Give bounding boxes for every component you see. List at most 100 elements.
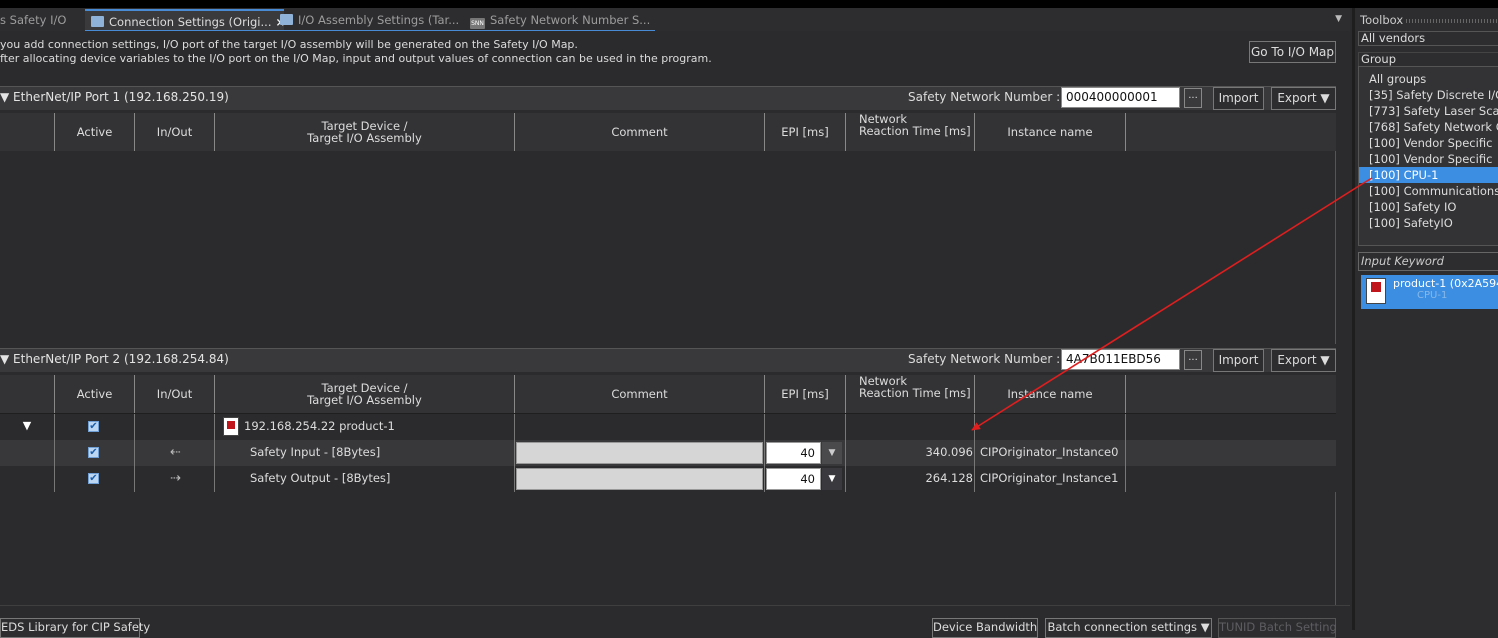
connection-settings-icon xyxy=(91,16,104,27)
target-device-label: 192.168.254.22 product-1 xyxy=(244,419,395,433)
tab-label: s Safety I/O xyxy=(0,13,67,27)
info-line-2: fter allocating device variables to the … xyxy=(0,52,712,65)
port-2-title[interactable]: ▼ EtherNet/IP Port 2 (192.168.254.84) xyxy=(0,352,229,366)
input-direction-icon: ⇠ xyxy=(170,445,181,460)
cell-instance: CIPOriginator_Instance1 xyxy=(975,466,1126,492)
col-active: Active xyxy=(55,375,135,413)
group-item[interactable]: [100] SafetyIO xyxy=(1369,215,1453,231)
port-1-export-button[interactable]: Export ▼ xyxy=(1271,87,1336,110)
tab-connection-settings[interactable]: Connection Settings (Origi...× xyxy=(85,9,285,31)
top-black-bar xyxy=(0,0,1498,8)
col-inout: In/Out xyxy=(135,113,215,151)
port-1-import-button[interactable]: Import xyxy=(1213,87,1264,110)
group-item[interactable]: [35] Safety Discrete I/O D xyxy=(1369,87,1498,103)
col-active: Active xyxy=(55,113,135,151)
col-spacer xyxy=(1126,375,1336,413)
col-instance-name: Instance name xyxy=(975,113,1126,151)
device-list-item[interactable]: product-1 (0x2A594A CPU-1 xyxy=(1361,275,1498,309)
col-target: Target Device / Target I/O Assembly xyxy=(215,375,515,413)
snn-label: Safety Network Number : xyxy=(908,352,1061,366)
active-checkbox[interactable]: ✔ xyxy=(88,473,99,484)
cell-nrt xyxy=(846,414,975,440)
col-comment: Comment xyxy=(515,113,765,151)
group-item[interactable]: [100] Vendor Specific xyxy=(1369,135,1492,151)
cell-instance xyxy=(975,414,1126,440)
comment-input[interactable] xyxy=(516,442,763,464)
toolbox-title: Toolbox xyxy=(1360,13,1498,27)
epi-input[interactable]: 40 xyxy=(766,468,821,490)
col-inout: In/Out xyxy=(135,375,215,413)
col-network-reaction-time: Network Reaction Time [ms] xyxy=(846,113,975,151)
col-instance-name: Instance name xyxy=(975,375,1126,413)
tunid-batch-setting-button[interactable]: TUNID Batch Setting xyxy=(1218,618,1337,638)
vendor-select[interactable]: All vendors xyxy=(1358,31,1498,46)
group-item[interactable]: [100] Communications Ad xyxy=(1369,183,1498,199)
col-epi: EPI [ms] xyxy=(765,375,846,413)
port-2-export-button[interactable]: Export ▼ xyxy=(1271,349,1336,372)
port-2-table-empty-area xyxy=(0,492,1336,605)
cell-nrt: 340.096 xyxy=(846,440,975,466)
col-epi: EPI [ms] xyxy=(765,113,846,151)
epi-input[interactable]: 40 xyxy=(766,442,821,464)
comment-input[interactable] xyxy=(516,468,763,490)
port-2-header: ▼ EtherNet/IP Port 2 (192.168.254.84) Sa… xyxy=(0,348,1336,372)
tab-safety-io[interactable]: s Safety I/O xyxy=(0,9,66,31)
tab-label: Safety Network Number S... xyxy=(490,13,651,27)
cell-epi xyxy=(765,414,846,440)
group-label: Group xyxy=(1358,52,1498,67)
table-row-safety-output[interactable]: ✔ ⇢ Safety Output - [8Bytes] 40 ▼ 264.12… xyxy=(0,466,1336,492)
keyword-search-input[interactable]: Input Keyword xyxy=(1358,252,1498,271)
device-icon xyxy=(223,417,239,436)
port-2-table-header: Active In/Out Target Device / Target I/O… xyxy=(0,375,1336,414)
group-item-selected[interactable]: [100] CPU-1 xyxy=(1359,167,1498,183)
toolbox-panel: Toolbox All vendors Group All groups [35… xyxy=(1352,8,1498,630)
active-checkbox[interactable]: ✔ xyxy=(88,447,99,458)
port-1-snn-input[interactable]: 000400000001 xyxy=(1061,87,1180,108)
eds-library-button[interactable]: EDS Library for CIP Safety xyxy=(0,618,150,638)
col-nrt-line2: Reaction Time [ms] xyxy=(859,124,971,138)
io-assembly-icon xyxy=(280,14,293,25)
cell-instance: CIPOriginator_Instance0 xyxy=(975,440,1126,466)
tab-list-dropdown-icon[interactable]: ▼ xyxy=(1335,14,1342,24)
port-1-header: ▼ EtherNet/IP Port 1 (192.168.250.19) Sa… xyxy=(0,86,1336,110)
cell-target: 192.168.254.22 product-1 xyxy=(215,414,515,440)
tab-safety-network-number[interactable]: SNN Safety Network Number S... xyxy=(470,9,650,31)
cell-inout xyxy=(135,414,215,440)
tab-io-assembly-settings[interactable]: I/O Assembly Settings (Tar... xyxy=(280,9,459,31)
tab-label: I/O Assembly Settings (Tar... xyxy=(298,13,460,27)
group-item[interactable]: [768] Safety Network Con xyxy=(1369,119,1498,135)
epi-dropdown-icon[interactable]: ▼ xyxy=(822,442,842,464)
go-to-io-map-button[interactable]: Go To I/O Map xyxy=(1249,41,1336,63)
group-list: All groups [35] Safety Discrete I/O D [7… xyxy=(1358,66,1498,246)
port-1-table-body xyxy=(0,151,1336,344)
info-text: you add connection settings, I/O port of… xyxy=(0,38,712,66)
group-item[interactable]: [100] Safety IO xyxy=(1369,199,1456,215)
document-tab-strip: s Safety I/O Connection Settings (Origi.… xyxy=(0,8,1350,31)
table-row-device[interactable]: ▼ ✔ 192.168.254.22 product-1 xyxy=(0,414,1336,440)
output-direction-icon: ⇢ xyxy=(170,471,181,486)
col-target-line2: Target I/O Assembly xyxy=(307,131,422,145)
epi-dropdown-icon[interactable]: ▼ xyxy=(822,468,842,490)
group-item[interactable]: [773] Safety Laser Scanne xyxy=(1369,103,1498,119)
expand-toggle-icon[interactable]: ▼ xyxy=(0,414,55,440)
table-row-safety-input[interactable]: ✔ ⇠ Safety Input - [8Bytes] 40 ▼ 340.096… xyxy=(0,440,1336,466)
device-item-name: product-1 (0x2A594A xyxy=(1393,277,1498,290)
device-bandwidth-button[interactable]: Device Bandwidth xyxy=(932,618,1038,638)
cell-target: Safety Input - [8Bytes] xyxy=(215,440,515,466)
port-2-import-button[interactable]: Import xyxy=(1213,349,1264,372)
col-target-line2: Target I/O Assembly xyxy=(307,393,422,407)
cell-inout: ⇢ xyxy=(135,466,215,492)
col-expand xyxy=(0,375,55,413)
tab-underline xyxy=(85,30,655,31)
port-1-snn-browse-button[interactable]: ... xyxy=(1184,88,1202,108)
batch-connection-settings-button[interactable]: Batch connection settings ▼ xyxy=(1045,618,1212,638)
port-2-snn-browse-button[interactable]: ... xyxy=(1184,350,1202,370)
col-spacer xyxy=(1126,113,1336,151)
port-1-title[interactable]: ▼ EtherNet/IP Port 1 (192.168.250.19) xyxy=(0,90,229,104)
col-comment: Comment xyxy=(515,375,765,413)
group-item[interactable]: All groups xyxy=(1369,71,1426,87)
group-item[interactable]: [100] Vendor Specific xyxy=(1369,151,1492,167)
port-2-snn-input[interactable]: 4A7B011EBD56 xyxy=(1061,349,1180,370)
cell-inout: ⇠ xyxy=(135,440,215,466)
active-checkbox[interactable]: ✔ xyxy=(88,421,99,432)
